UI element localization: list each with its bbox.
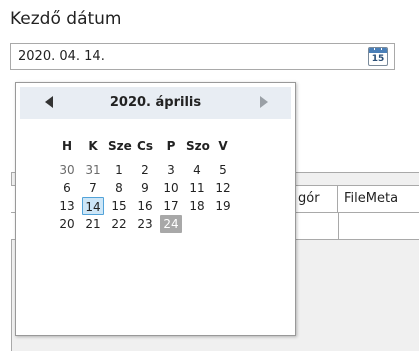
weekday-label: Szo (186, 139, 210, 153)
calendar-day[interactable]: 12 (212, 179, 234, 197)
start-date-input[interactable]: 2020. 04. 14. 15 (10, 43, 395, 70)
calendar-day[interactable]: 7 (82, 179, 104, 197)
calendar-day[interactable]: 10 (160, 179, 182, 197)
calendar-day[interactable]: 5 (212, 161, 234, 179)
column-header[interactable]: FileMeta (338, 186, 419, 212)
calendar-day[interactable]: 11 (186, 179, 208, 197)
calendar-day[interactable]: 1 (108, 161, 130, 179)
calendar-day[interactable]: 18 (186, 197, 208, 215)
calendar-day[interactable]: 17 (160, 197, 182, 215)
calendar-day[interactable]: 13 (56, 197, 78, 215)
calendar-day[interactable]: 22 (108, 215, 130, 233)
calendar-day[interactable]: 6 (56, 179, 78, 197)
start-date-value: 2020. 04. 14. (18, 49, 105, 64)
calendar-day[interactable]: 3 (160, 161, 182, 179)
calendar-day[interactable]: 14 (82, 197, 104, 215)
calendar-day[interactable]: 21 (82, 215, 104, 233)
calendar-button-number: 15 (371, 54, 385, 64)
calendar-day[interactable]: 19 (212, 197, 234, 215)
calendar-button[interactable]: 15 (368, 47, 388, 66)
calendar-day[interactable]: 20 (56, 215, 78, 233)
weekday-label: Cs (137, 139, 153, 153)
weekday-label: P (166, 139, 176, 153)
calendar-header: 2020. április (20, 87, 291, 119)
page-title: Kezdő dátum (10, 9, 122, 29)
weekday-label: H (61, 139, 73, 153)
calendar-day[interactable]: 15 (108, 197, 130, 215)
calendar-day[interactable]: 30 (56, 161, 78, 179)
calendar-popup: 2020. április H K Sze Cs P Szo V 30 31 1 2 3 4 5 6 7 8 9 1… (15, 82, 296, 336)
calendar-day[interactable]: 31 (82, 161, 104, 179)
calendar-day[interactable]: 9 (134, 179, 156, 197)
calendar-day[interactable]: 23 (134, 215, 156, 233)
weekday-label: K (88, 139, 98, 153)
weekday-label: Sze (108, 139, 132, 153)
calendar-day[interactable]: 8 (108, 179, 130, 197)
column-header[interactable]: gór (292, 186, 338, 212)
calendar-day[interactable]: 4 (186, 161, 208, 179)
calendar-day[interactable]: 24 (160, 215, 182, 233)
calendar-day[interactable]: 16 (134, 197, 156, 215)
month-label[interactable]: 2020. április (20, 95, 291, 110)
weekday-label: V (218, 139, 228, 153)
next-month-icon[interactable] (260, 96, 268, 108)
calendar-day[interactable]: 2 (134, 161, 156, 179)
